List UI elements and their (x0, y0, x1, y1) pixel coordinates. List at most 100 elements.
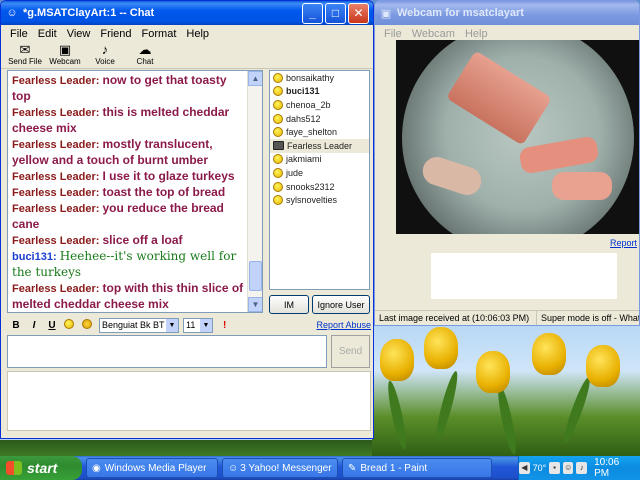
user-name: dahs512 (286, 113, 321, 124)
weather-temp[interactable]: 70° (533, 463, 547, 473)
menu-file[interactable]: File (5, 28, 33, 40)
user-name: jakmiami (286, 154, 322, 165)
send-file-button[interactable]: ✉ Send File (5, 43, 45, 68)
menu-friend[interactable]: Friend (95, 28, 136, 40)
menu-help[interactable]: Help (181, 28, 214, 40)
emoticon-icon[interactable] (61, 318, 79, 332)
webcam-menu-webcam[interactable]: Webcam (407, 28, 460, 40)
close-button[interactable]: ✕ (348, 2, 369, 24)
message-list: Fearless Leader: now to get that toasty … (8, 71, 250, 312)
report-abuse-link[interactable]: Report Abuse (316, 320, 371, 330)
italic-button[interactable]: I (25, 320, 43, 331)
scroll-up-arrow[interactable]: ▲ (248, 71, 262, 86)
webcam-icon: ▣ (58, 42, 72, 57)
webcam-menu-help[interactable]: Help (460, 28, 493, 40)
chat-message: Fearless Leader: you reduce the bread ca… (12, 201, 246, 233)
task-paint[interactable]: ✎ Bread 1 - Paint (342, 458, 492, 478)
webcam-statusbar: Last image received at (10:06:03 PM) Sup… (375, 310, 640, 325)
user-name: jude (286, 167, 304, 178)
chat-toolbar: ✉ Send File ▣ Webcam ♪ Voice ☁ Chat (1, 43, 373, 69)
message-sender: Fearless Leader: (12, 139, 100, 151)
menu-edit[interactable]: Edit (33, 28, 62, 40)
im-button[interactable]: IM (269, 295, 309, 314)
network-icon[interactable]: ▪ (549, 462, 560, 474)
minimize-button[interactable]: _ (302, 2, 323, 24)
webcam-report-link[interactable]: Report (610, 238, 637, 248)
user-list: bonsaikathy buci131 chenoa_2b dahs512 faye_s… (269, 70, 370, 290)
bold-button[interactable]: B (7, 320, 25, 331)
font-select[interactable]: Benguiat Bk BT ▼ (99, 317, 179, 333)
media-player-icon: ◉ (92, 462, 101, 474)
chat-button[interactable]: ☁ Chat (125, 43, 165, 68)
smiley-icon (273, 113, 283, 124)
message-sender: Fearless Leader: (12, 283, 100, 295)
desktop-grass (0, 440, 380, 456)
scroll-thumb[interactable] (249, 261, 262, 291)
underline-button[interactable]: U (43, 320, 61, 331)
webcam-titlebar[interactable]: ▣ Webcam for msatclayart (375, 1, 639, 25)
task-label: Windows Media Player (104, 462, 207, 474)
scroll-down-arrow[interactable]: ▼ (248, 297, 262, 312)
system-tray: ◀ 70° ▪ ☺ ♪ 10:06 PM (518, 456, 640, 480)
user-list-item[interactable]: Fearless Leader (270, 138, 369, 153)
user-list-item[interactable]: sylsnovelties (270, 193, 369, 207)
alert-icon[interactable]: ! (223, 320, 226, 331)
chevron-down-icon: ▼ (200, 318, 212, 332)
smiley-icon (273, 99, 283, 110)
font-size-select[interactable]: 11 ▼ (183, 317, 213, 333)
conversation-scrollbar[interactable]: ▲ ▼ (247, 71, 262, 312)
messenger-icon: ☺ (228, 462, 239, 474)
task-label: Bread 1 - Paint (360, 462, 428, 474)
webcam-menu-file[interactable]: File (379, 28, 407, 40)
super-mode-status: Super mode is off - What's (541, 313, 640, 323)
user-name: bonsaikathy (286, 72, 335, 83)
user-name: faye_shelton (286, 127, 338, 138)
chat-message: Fearless Leader: toast the top of bread (12, 185, 246, 201)
conversation-pane[interactable]: Fearless Leader: now to get that toasty … (7, 70, 263, 313)
start-button[interactable]: start (0, 456, 82, 480)
volume-icon[interactable]: ♪ (576, 462, 588, 474)
chat-menubar: File Edit View Friend Format Help (1, 25, 373, 43)
smiley-icon (273, 127, 283, 138)
smiley-icon (273, 72, 283, 83)
user-list-item[interactable]: chenoa_2b (270, 98, 369, 112)
user-list-item[interactable]: snooks2312 (270, 180, 369, 194)
chevron-down-icon: ▼ (166, 318, 178, 332)
task-yahoo-messenger[interactable]: ☺ 3 Yahoo! Messenger (222, 458, 338, 478)
chat-message: Fearless Leader: slice off a loaf (12, 233, 246, 249)
webcam-button[interactable]: ▣ Webcam (45, 43, 85, 68)
paint-icon: ✎ (348, 462, 357, 474)
chat-message: Fearless Leader: top with this thin slic… (12, 281, 246, 312)
ignore-user-button[interactable]: Ignore User (312, 295, 370, 314)
menu-view[interactable]: View (62, 28, 96, 40)
user-name: Fearless Leader (287, 140, 353, 151)
user-list-item[interactable]: dahs512 (270, 112, 369, 126)
user-list-item[interactable]: bonsaikathy (270, 71, 369, 85)
message-input[interactable] (7, 335, 327, 368)
chat-message: Fearless Leader: I use it to glaze turke… (12, 169, 246, 185)
task-windows-media-player[interactable]: ◉ Windows Media Player (86, 458, 218, 478)
chat-titlebar[interactable]: ☺ *g.MSATClayArt:1 -- Chat _ □ ✕ (1, 1, 373, 25)
user-list-item[interactable]: jude (270, 166, 369, 180)
smiley-icon (273, 167, 283, 178)
webcam-image (396, 40, 639, 234)
menu-format[interactable]: Format (137, 28, 182, 40)
clock[interactable]: 10:06 PM (594, 457, 632, 479)
send-file-label: Send File (8, 57, 42, 66)
message-text: slice off a loaf (102, 233, 183, 247)
font-select-value: Benguiat Bk BT (102, 320, 165, 330)
message-sender: Fearless Leader: (12, 235, 100, 247)
maximize-button[interactable]: □ (325, 2, 346, 24)
voice-button[interactable]: ♪ Voice (85, 43, 125, 68)
user-name: buci131 (286, 86, 320, 97)
send-button[interactable]: Send (331, 335, 370, 368)
user-list-item[interactable]: jakmiami (270, 153, 369, 167)
start-label: start (27, 460, 58, 476)
user-list-item[interactable]: faye_shelton (270, 125, 369, 139)
tray-arrow-icon[interactable]: ◀ (518, 462, 530, 474)
messenger-tray-icon[interactable]: ☺ (562, 462, 574, 474)
audible-icon[interactable] (79, 318, 97, 332)
user-list-item[interactable]: buci131 (270, 85, 369, 99)
chat-label: Chat (136, 57, 154, 66)
chat-message: Fearless Leader: now to get that toasty … (12, 73, 246, 105)
